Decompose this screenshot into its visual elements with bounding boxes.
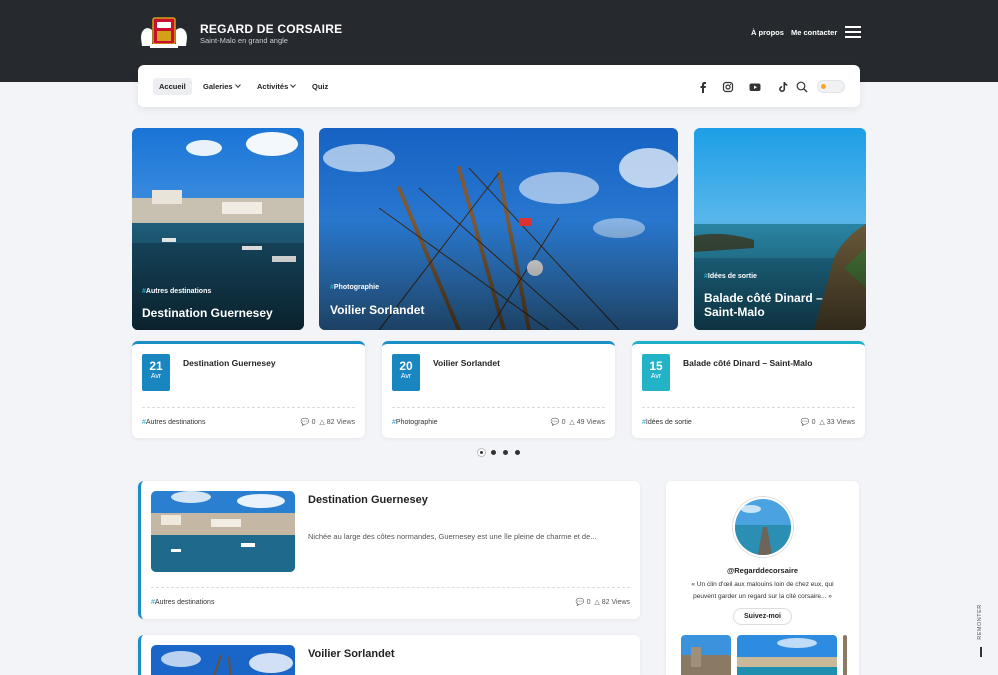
mini-card-category[interactable]: #Idées de sortie [642, 419, 692, 426]
hero-title[interactable]: Balade côté Dinard – Saint-Malo [704, 291, 859, 319]
mini-card-stats: 💬 0 △ 33 Views [800, 419, 855, 426]
post-excerpt: Nichée au large des côtes normandes, Gue… [308, 532, 597, 541]
chevron-down-icon [290, 82, 297, 88]
post-thumbnail[interactable] [151, 645, 295, 675]
avatar[interactable] [733, 497, 793, 557]
comment-icon: 💬 [800, 419, 810, 426]
mini-card-title[interactable]: Voilier Sorlandet [433, 358, 500, 368]
follow-button[interactable]: Suivez-moi [733, 608, 792, 625]
post-stats: 💬 0 △ 82 Views [575, 599, 630, 606]
comment-icon: 💬 [300, 419, 310, 426]
logo-icon[interactable] [138, 16, 190, 50]
mini-card-title[interactable]: Balade côté Dinard – Saint-Malo [683, 358, 812, 368]
flame-icon: △ [594, 599, 600, 606]
mini-card[interactable]: 21 Avr Destination Guernesey #Autres dest… [132, 341, 365, 438]
mini-card[interactable]: 15 Avr Balade côté Dinard – Saint-Malo #I… [632, 341, 865, 438]
gallery-thumbnail[interactable] [681, 635, 731, 675]
hero-category[interactable]: #Photographie [330, 284, 379, 291]
tiktok-icon[interactable] [777, 81, 789, 93]
post-category[interactable]: #Autres destinations [151, 599, 214, 606]
carousel-pager [477, 448, 527, 457]
post-card[interactable]: Voilier Sorlandet [138, 635, 640, 675]
mini-card-category[interactable]: #Autres destinations [142, 419, 205, 426]
brand-subtitle: Saint-Malo en grand angle [200, 36, 288, 45]
menu-icon[interactable] [845, 26, 861, 38]
flame-icon: △ [819, 419, 825, 426]
main-nav: Accueil Galeries Activités Quiz [138, 65, 860, 107]
hero-card[interactable]: #Photographie Voilier Sorlandet [319, 128, 678, 330]
profile-widget: @Regarddecorsaire « Un clin d'œil aux ma… [666, 481, 859, 675]
post-title[interactable]: Destination Guernesey [308, 494, 428, 506]
post-card[interactable]: Destination Guernesey Nichée au large de… [138, 481, 640, 619]
pier-photo [735, 499, 791, 555]
date-badge: 21 Avr [142, 354, 170, 391]
youtube-icon[interactable] [749, 81, 761, 93]
harbor-photo [151, 491, 295, 572]
mini-card-category[interactable]: #Photographie [392, 419, 438, 426]
profile-handle: @Regarddecorsaire [726, 566, 799, 575]
back-to-top[interactable]: REMONTER [970, 604, 990, 657]
hero-card[interactable]: #Autres destinations Destination Guernes… [132, 128, 304, 330]
mini-card[interactable]: 20 Avr Voilier Sorlandet #Photographie 💬 … [382, 341, 615, 438]
coast-photo [737, 635, 837, 675]
hero-title[interactable]: Voilier Sorlandet [330, 303, 630, 317]
search-icon[interactable] [796, 81, 808, 93]
nav-item-accueil[interactable]: Accueil [153, 78, 192, 95]
facebook-icon[interactable] [697, 81, 709, 93]
pager-dot[interactable] [503, 450, 508, 455]
flame-icon: △ [569, 419, 575, 426]
nav-item-quiz[interactable]: Quiz [306, 78, 334, 95]
pager-dot[interactable] [515, 450, 520, 455]
nav-item-activites[interactable]: Activités [251, 78, 301, 95]
sun-icon [821, 84, 826, 89]
hero-card[interactable]: #Idées de sortie Balade côté Dinard – Sa… [694, 128, 866, 330]
post-title[interactable]: Voilier Sorlandet [308, 648, 395, 660]
pager-dot[interactable] [477, 448, 486, 457]
hero-category[interactable]: #Autres destinations [142, 288, 211, 295]
nav-item-galeries[interactable]: Galeries [197, 78, 246, 95]
brand-title[interactable]: REGARD DE CORSAIRE [200, 22, 342, 36]
hero-title[interactable]: Destination Guernesey [142, 306, 292, 320]
about-link[interactable]: À propos [751, 28, 784, 37]
comment-icon: 💬 [550, 419, 560, 426]
chevron-down-icon [234, 82, 241, 88]
contact-link[interactable]: Me contacter [791, 28, 837, 37]
mini-card-stats: 💬 0 △ 49 Views [550, 419, 605, 426]
ramparts-photo [681, 635, 731, 675]
post-thumbnail[interactable] [151, 491, 295, 572]
hero-category[interactable]: #Idées de sortie [704, 273, 757, 280]
flame-icon: △ [319, 419, 325, 426]
profile-bio: « Un clin d'œil aux malouins loin de che… [691, 581, 834, 600]
comment-icon: 💬 [575, 599, 585, 606]
mini-card-stats: 💬 0 △ 82 Views [300, 419, 355, 426]
gallery-thumbnail[interactable] [737, 635, 837, 675]
date-badge: 15 Avr [642, 354, 670, 391]
pager-dot[interactable] [491, 450, 496, 455]
instagram-icon[interactable] [722, 81, 734, 93]
dark-mode-toggle[interactable] [817, 80, 845, 93]
sorlandet-thumb [151, 645, 295, 675]
date-badge: 20 Avr [392, 354, 420, 391]
mini-card-title[interactable]: Destination Guernesey [183, 358, 276, 368]
gallery-thumbnail[interactable] [843, 635, 847, 675]
